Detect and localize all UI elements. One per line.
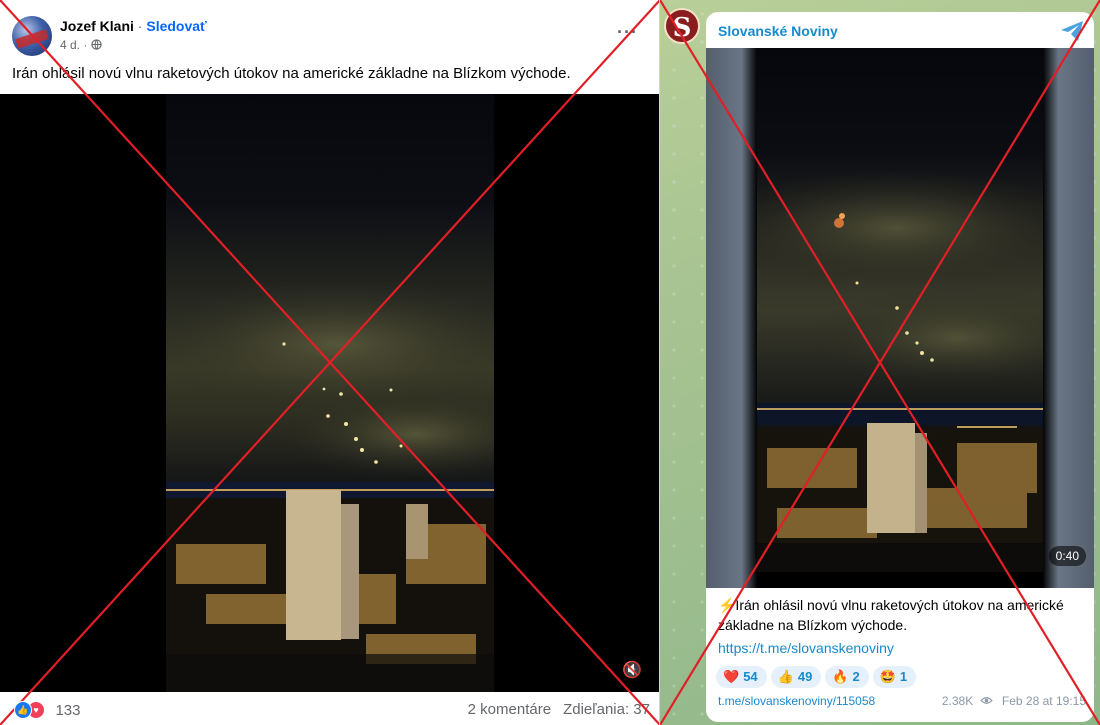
views-and-date: 2.38K Feb 28 at 19:15: [942, 694, 1086, 708]
reactions-bar: ❤️ 54 👍 49 🔥 2 🤩 1: [716, 666, 920, 688]
post-date: Feb 28 at 19:15: [1001, 694, 1086, 708]
heart-icon: ❤️: [723, 669, 740, 684]
engagement-stats: 2 komentáre Zdieľania: 37: [468, 701, 650, 718]
reaction-count: 133: [55, 701, 81, 719]
star-struck-icon: 🤩: [879, 669, 896, 684]
message-bubble: Slovanské Noviny 0:40 ⚡Irán ohlásil novú…: [706, 12, 1094, 722]
post-link[interactable]: t.me/slovanskenoviny/115058: [718, 694, 875, 708]
reaction-thumbs-up[interactable]: 👍 49: [770, 666, 822, 688]
like-reaction-icon: 👍: [14, 701, 32, 719]
reaction-fire[interactable]: 🔥 2: [825, 666, 869, 688]
mute-icon[interactable]: 🔇: [622, 660, 642, 680]
reaction-heart[interactable]: ❤️ 54: [716, 666, 767, 688]
facebook-post: Jozef Klani · Sledovať 4 d. · ··· Irán o…: [0, 0, 660, 725]
share-icon[interactable]: [1060, 20, 1084, 42]
view-count: 2.38K: [941, 694, 974, 708]
video-frame: [757, 48, 1043, 572]
globe-icon: [91, 39, 102, 50]
post-timestamp[interactable]: 4 d. ·: [60, 38, 87, 52]
message-text: ⚡Irán ohlásil novú vlnu raketových útoko…: [718, 597, 1064, 633]
thumbs-up-icon: 👍: [777, 669, 794, 684]
reaction-star-struck[interactable]: 🤩 1: [872, 666, 917, 688]
telegram-post: S Slovanské Noviny 0:40 ⚡Irán ohlásil no…: [660, 0, 1100, 725]
video-duration: 0:40: [1048, 546, 1086, 566]
night-city-scene: [166, 274, 494, 692]
message-footer: t.me/slovanskenoviny/115058 2.38K Feb 28…: [718, 694, 1086, 708]
reaction-count: 49: [797, 669, 813, 684]
follow-button[interactable]: Sledovať: [146, 18, 206, 34]
reactions-summary[interactable]: 👍 ♥ 133: [14, 701, 80, 719]
video-player[interactable]: 🔇: [0, 94, 660, 692]
eye-icon: [979, 697, 993, 704]
fire-icon: 🔥: [832, 669, 849, 684]
reaction-count: 2: [852, 669, 860, 684]
night-city-scene: [757, 168, 1043, 572]
channel-link[interactable]: https://t.me/slovanskenoviny: [718, 640, 894, 656]
comments-count[interactable]: 2 komentáre: [468, 701, 551, 718]
separator: ·: [137, 18, 143, 34]
author-name[interactable]: Jozef Klani: [60, 18, 134, 34]
more-options-button[interactable]: ···: [617, 22, 638, 43]
reaction-count: 1: [899, 669, 908, 684]
reaction-count: 54: [743, 669, 758, 684]
post-text: Irán ohlásil novú vlnu raketových útokov…: [12, 65, 571, 82]
video-player[interactable]: 0:40: [706, 48, 1094, 588]
channel-name[interactable]: Slovanské Noviny: [718, 23, 838, 39]
post-header: Jozef Klani · Sledovať 4 d. · ···: [12, 14, 648, 58]
post-footer: 👍 ♥ 133 2 komentáre Zdieľania: 37: [0, 692, 660, 725]
avatar[interactable]: [12, 16, 52, 56]
video-frame: [166, 94, 494, 692]
author-row: Jozef Klani · Sledovať: [60, 18, 207, 34]
channel-avatar[interactable]: S: [664, 8, 700, 44]
post-meta: 4 d. ·: [60, 38, 102, 52]
shares-count[interactable]: Zdieľania: 37: [563, 701, 650, 718]
